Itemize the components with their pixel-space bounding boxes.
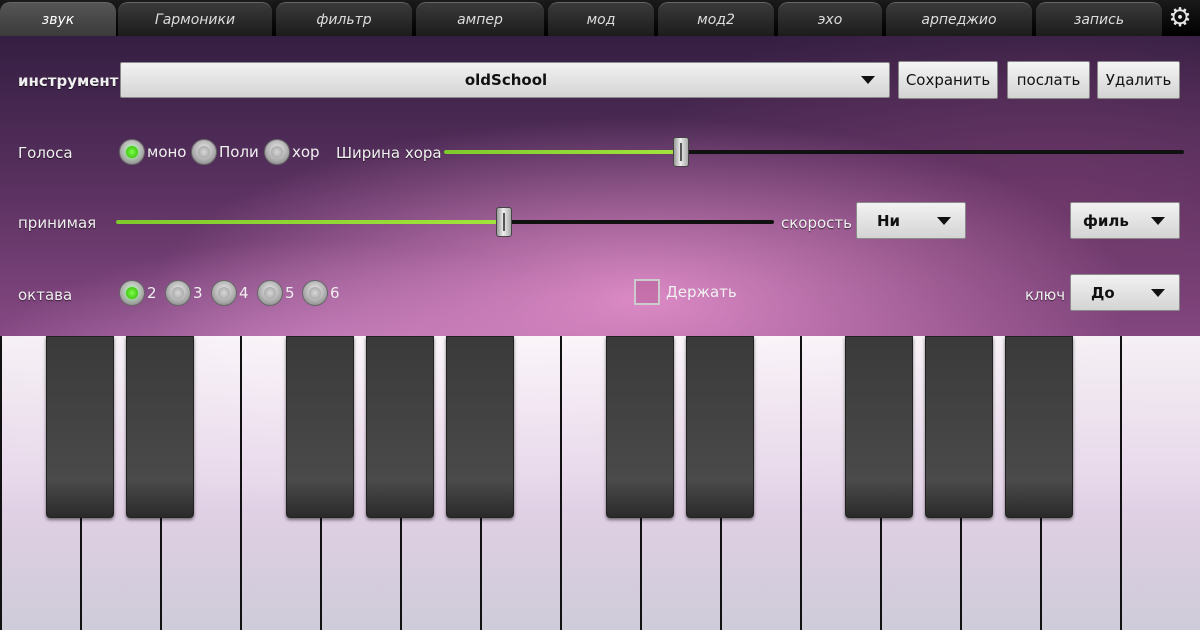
instrument-value: oldSchool (464, 71, 548, 89)
black-key[interactable] (286, 336, 354, 518)
black-key[interactable] (446, 336, 514, 518)
radio-dot (165, 280, 191, 306)
tab-echo[interactable]: эхо (778, 2, 882, 36)
velocity-label: скорость (781, 214, 853, 232)
chevron-down-icon (1151, 288, 1165, 297)
send-button[interactable]: послать (1007, 61, 1090, 99)
tab-sound[interactable]: звук (0, 2, 116, 36)
accept-slider[interactable] (116, 207, 774, 237)
octave-label: октава (18, 286, 73, 304)
gear-icon[interactable]: ⚙ (1166, 3, 1194, 33)
voice-mono-label: моно (147, 143, 187, 161)
tab-mod[interactable]: мод (548, 2, 654, 36)
black-key[interactable] (845, 336, 913, 518)
octave-6-radio[interactable]: 6 (302, 280, 340, 306)
voice-chorus-radio[interactable]: хор (264, 139, 320, 165)
slider-thumb[interactable] (673, 137, 689, 167)
chevron-down-icon (1151, 216, 1165, 225)
hold-label: Держать (666, 283, 737, 301)
velocity-value: Ни (877, 211, 901, 230)
instrument-label: инструмент (18, 72, 119, 90)
chorus-width-slider[interactable] (444, 137, 1184, 167)
black-key[interactable] (686, 336, 754, 518)
tab-arpeggio[interactable]: арпеджио (886, 2, 1032, 36)
voice-mono-radio[interactable]: моно (119, 139, 186, 165)
tab-amp[interactable]: ампер (416, 2, 544, 36)
voice-chorus-label: хор (292, 143, 320, 161)
radio-dot (302, 280, 328, 306)
black-key[interactable] (126, 336, 194, 518)
octave-3-label: 3 (193, 284, 203, 302)
radio-dot (119, 139, 145, 165)
save-button[interactable]: Сохранить (898, 61, 998, 99)
key-label: ключ (1025, 286, 1066, 304)
octave-5-label: 5 (285, 284, 295, 302)
chorus-width-label: Ширина хора (336, 144, 442, 162)
checkbox-box (634, 279, 660, 305)
tab-filter[interactable]: фильтр (276, 2, 412, 36)
voice-poly-radio[interactable]: Поли (191, 139, 259, 165)
chevron-down-icon (937, 216, 951, 225)
octave-2-label: 2 (147, 284, 157, 302)
slider-fill (116, 220, 504, 224)
black-key[interactable] (366, 336, 434, 518)
piano-keyboard (0, 336, 1200, 630)
voice-poly-label: Поли (219, 143, 259, 161)
radio-dot (257, 280, 283, 306)
octave-4-label: 4 (239, 284, 249, 302)
chevron-down-icon (861, 76, 875, 84)
radio-dot (191, 139, 217, 165)
hold-checkbox[interactable]: Держать (634, 279, 737, 305)
white-key[interactable] (1120, 336, 1200, 630)
tab-harmonics[interactable]: Гармоники (118, 2, 272, 36)
slider-fill (444, 150, 681, 154)
slider-thumb[interactable] (496, 207, 512, 237)
tab-mod2[interactable]: мод2 (658, 2, 774, 36)
key-dropdown[interactable]: До (1070, 274, 1180, 311)
black-key[interactable] (1005, 336, 1073, 518)
instrument-dropdown[interactable]: oldSchool (120, 62, 890, 98)
black-key[interactable] (925, 336, 993, 518)
black-key[interactable] (46, 336, 114, 518)
accept-label: принимая (18, 214, 97, 232)
radio-dot (264, 139, 290, 165)
octave-3-radio[interactable]: 3 (165, 280, 203, 306)
velocity-dropdown[interactable]: Ни (856, 202, 966, 239)
tab-record[interactable]: запись (1036, 2, 1162, 36)
radio-dot (211, 280, 237, 306)
filter-dropdown[interactable]: филь (1070, 202, 1180, 239)
radio-dot (119, 280, 145, 306)
tab-bar: звук Гармоники фильтр ампер мод мод2 эхо… (0, 0, 1200, 36)
key-value: До (1091, 283, 1115, 302)
octave-4-radio[interactable]: 4 (211, 280, 249, 306)
octave-2-radio[interactable]: 2 (119, 280, 157, 306)
black-key[interactable] (606, 336, 674, 518)
voices-label: Голоса (18, 144, 73, 162)
octave-6-label: 6 (330, 284, 340, 302)
octave-5-radio[interactable]: 5 (257, 280, 295, 306)
filter-value: филь (1083, 211, 1129, 230)
delete-button[interactable]: Удалить (1097, 61, 1180, 99)
